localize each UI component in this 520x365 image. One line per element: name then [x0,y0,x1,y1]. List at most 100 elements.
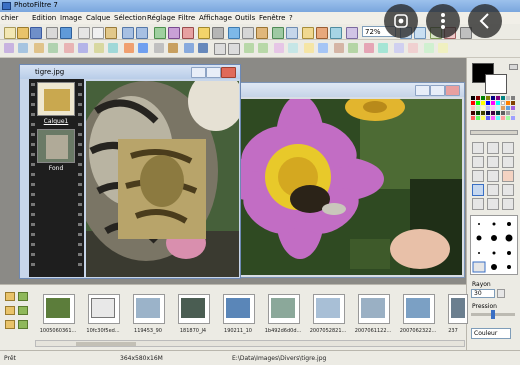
contrast-minus-icon[interactable] [108,43,118,53]
mask-icon[interactable] [318,43,328,53]
plugin-icon[interactable] [272,27,284,39]
tool-icon[interactable] [286,27,298,39]
scan-icon[interactable] [60,27,72,39]
minimize-button[interactable] [415,85,430,96]
document-window-flower[interactable] [237,82,465,278]
print-icon[interactable] [46,27,58,39]
layer-label-calque1[interactable]: Calque1 [37,118,75,125]
menu-calque[interactable]: Calque [86,14,110,22]
rayon-input[interactable]: 30 [471,289,495,298]
redo-icon[interactable] [136,27,148,39]
explorer-scrollbar[interactable] [35,340,465,347]
stamp-tool-icon[interactable] [502,198,514,210]
folder-icon[interactable] [5,292,15,301]
dodge-tool-icon[interactable] [487,198,499,210]
contrast-icon[interactable] [316,27,328,39]
maximize-button[interactable] [430,85,445,96]
maximize-button[interactable] [206,67,221,78]
saturation-icon[interactable] [330,27,342,39]
menu-image[interactable]: Image [60,14,82,22]
menu-fichier[interactable]: chier [1,14,18,22]
menu-filtre[interactable]: Filtre [178,14,195,22]
selection-icon[interactable] [4,43,14,53]
texture-icon[interactable] [334,43,344,53]
select-tool-icon[interactable] [487,142,499,154]
document-window-tigre[interactable]: tigre.jpg Calque1 Fond [19,64,241,279]
rotate-left-icon[interactable] [244,43,254,53]
smudge-tool-icon[interactable] [487,184,499,196]
copy-icon[interactable] [92,27,104,39]
couleur-dropdown[interactable]: Couleur [471,328,511,339]
rotate-right-icon[interactable] [258,43,268,53]
palette-scroll[interactable] [470,130,518,135]
brush-tool-icon[interactable] [472,184,484,196]
thumbnail-item[interactable] [88,294,120,324]
thumbnail-item[interactable] [43,294,75,324]
close-button[interactable] [221,67,236,78]
gamma-icon[interactable] [346,27,358,39]
color-palette[interactable] [471,96,519,126]
border-icon[interactable] [424,43,434,53]
export-icon[interactable] [438,43,448,53]
folder-up-icon[interactable] [5,306,15,315]
pointer-tool-icon[interactable] [472,142,484,154]
thumbnail-item[interactable] [403,294,435,324]
frame-icon[interactable] [274,43,284,53]
spray-tool-icon[interactable] [487,170,499,182]
brush-shapes[interactable] [470,215,518,275]
layer-icon[interactable] [212,27,224,39]
grayscale-icon[interactable] [154,43,164,53]
thumbnail-item[interactable] [268,294,300,324]
layer-thumb-fond[interactable] [37,129,75,163]
swap-colors-icon[interactable] [509,64,518,70]
shadow-icon[interactable] [408,43,418,53]
document-titlebar[interactable]: tigre.jpg [20,65,240,79]
thumbnail-item[interactable] [178,294,210,324]
image-size-icon[interactable] [154,27,166,39]
menu-reglage[interactable]: Réglage [147,14,175,22]
folder-refresh-icon[interactable] [18,306,28,315]
undo-icon[interactable] [122,27,134,39]
hand-tool-icon[interactable] [502,142,514,154]
save-icon[interactable] [30,27,42,39]
explorer-icon[interactable] [242,27,254,39]
line-tool-icon[interactable] [502,156,514,168]
folder-green-icon[interactable] [18,292,28,301]
automation-icon[interactable] [256,27,268,39]
saturation-plus-icon[interactable] [124,43,134,53]
contrast-plus-icon[interactable] [94,43,104,53]
sepia-icon[interactable] [168,43,178,53]
paste-icon[interactable] [105,27,117,39]
thumbnail-item[interactable] [448,294,468,324]
auto-contrast-icon[interactable] [48,43,58,53]
flip-horizontal-icon[interactable] [214,43,226,55]
browser-icon[interactable] [228,27,240,39]
effect-icon[interactable] [348,43,358,53]
brightness-icon[interactable] [302,27,314,39]
flower-image[interactable] [240,99,462,275]
histogram-icon[interactable] [378,43,388,53]
flip-vertical-icon[interactable] [228,43,240,55]
clone-tool-icon[interactable] [502,184,514,196]
text-icon[interactable] [198,27,210,39]
crop-icon[interactable] [182,27,194,39]
eraser-tool-icon[interactable] [502,170,514,182]
menu-help[interactable]: ? [289,14,293,22]
close-button[interactable] [445,85,460,96]
folder-new-icon[interactable] [5,320,15,329]
auto-level-icon[interactable] [34,43,44,53]
blur-tool-icon[interactable] [472,198,484,210]
minimize-button[interactable] [191,67,206,78]
eyedropper-tool-icon[interactable] [472,156,484,168]
background-color[interactable] [485,74,507,94]
folder-options-icon[interactable] [18,320,28,329]
thumbnail-item[interactable] [313,294,345,324]
new-file-icon[interactable] [4,27,16,39]
blur-icon[interactable] [184,43,194,53]
transparency-icon[interactable] [394,43,404,53]
explorer-scrollbar-thumb[interactable] [76,342,136,346]
grid-icon[interactable] [18,43,28,53]
thumbnail-item[interactable] [133,294,165,324]
darken-icon[interactable] [78,43,88,53]
pression-slider-thumb[interactable] [491,310,495,319]
